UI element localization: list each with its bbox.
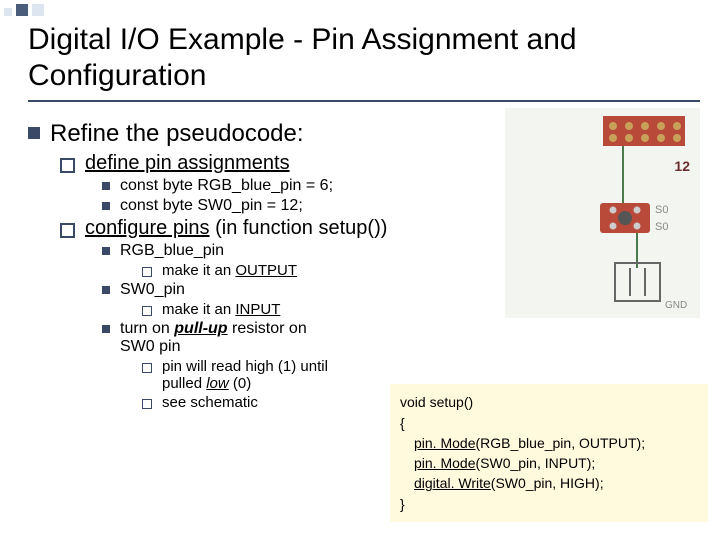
decor-square xyxy=(32,4,44,16)
pin-name: SW0_pin xyxy=(120,281,185,299)
code-line: const byte SW0_pin = 12; xyxy=(102,197,420,215)
slide-content: Refine the pseudocode: define pin assign… xyxy=(28,120,420,413)
plain-text: (0) xyxy=(229,375,252,392)
svg-text:S0: S0 xyxy=(655,221,668,233)
bullet-marker xyxy=(102,182,110,190)
heading-bullet: Refine the pseudocode: xyxy=(28,120,420,148)
section-configure-pins: configure pins (in function setup()) xyxy=(60,217,420,240)
pullup-sub: see schematic xyxy=(142,394,420,411)
section-define-pins: define pin assignments xyxy=(60,152,420,175)
bullet-marker xyxy=(142,363,152,373)
config-text: make it an INPUT xyxy=(162,301,280,318)
plain-text: (SW0_pin, HIGH); xyxy=(491,475,604,491)
bullet-marker xyxy=(28,127,40,139)
pullup-item: turn on pull-up resistor on SW0 pin xyxy=(102,320,420,356)
plain-text: turn on xyxy=(120,320,174,337)
slide-title: Digital I/O Example - Pin Assignment and… xyxy=(28,22,700,102)
code-line: { xyxy=(400,413,698,433)
underline-text: low xyxy=(206,375,229,392)
section-label: define pin assignments xyxy=(85,152,290,175)
code-line: pin. Mode(RGB_blue_pin, OUTPUT); xyxy=(400,433,698,453)
pullup-text: turn on pull-up resistor on SW0 pin xyxy=(120,320,340,356)
section-label: configure pins (in function setup()) xyxy=(85,217,387,240)
underline-text: digital. Write xyxy=(414,475,491,491)
pin-label-12: 12 xyxy=(674,158,690,174)
code-text: const byte RGB_blue_pin = 6; xyxy=(120,177,333,195)
sub-text: see schematic xyxy=(162,394,258,411)
svg-text:GND: GND xyxy=(665,300,687,311)
corner-decoration xyxy=(4,4,44,16)
decor-square xyxy=(4,8,12,16)
underline-text: INPUT xyxy=(235,301,280,318)
heading-text: Refine the pseudocode: xyxy=(50,120,304,148)
pullup-sub: pin will read high (1) until pulled low … xyxy=(142,358,420,392)
bullet-marker xyxy=(142,267,152,277)
bullet-marker xyxy=(142,306,152,316)
sub-text: pin will read high (1) until pulled low … xyxy=(162,358,342,392)
svg-text:S0: S0 xyxy=(655,204,668,216)
underline-text: pin. Mode xyxy=(414,435,475,451)
pin-name: RGB_blue_pin xyxy=(120,242,224,260)
bullet-marker xyxy=(102,202,110,210)
bullet-marker xyxy=(102,247,110,255)
underline-text: OUTPUT xyxy=(235,262,297,279)
bullet-marker xyxy=(142,399,152,409)
code-line: pin. Mode(SW0_pin, INPUT); xyxy=(400,453,698,473)
bullet-marker xyxy=(102,286,110,294)
plain-text: (SW0_pin, INPUT); xyxy=(475,455,595,471)
underline-text: configure pins xyxy=(85,217,210,239)
code-line: digital. Write(SW0_pin, HIGH); xyxy=(400,473,698,493)
pin-item: SW0_pin xyxy=(102,281,420,299)
decor-square xyxy=(16,4,28,16)
plain-text: make it an xyxy=(162,262,235,279)
code-line: } xyxy=(400,494,698,514)
code-line: const byte RGB_blue_pin = 6; xyxy=(102,177,420,195)
code-line: void setup() xyxy=(400,392,698,412)
plain-text: (RGB_blue_pin, OUTPUT); xyxy=(475,435,645,451)
bullet-marker xyxy=(60,223,75,238)
bullet-marker xyxy=(102,325,110,333)
schematic-image: S0 S0 GND xyxy=(505,108,700,318)
plain-text: (in function setup()) xyxy=(210,217,388,239)
config-text: make it an OUTPUT xyxy=(162,262,297,279)
code-box: void setup() { pin. Mode(RGB_blue_pin, O… xyxy=(390,384,708,522)
bold-text: pull-up xyxy=(174,320,227,337)
pin-config: make it an INPUT xyxy=(142,301,420,318)
underline-text: pin. Mode xyxy=(414,455,475,471)
bullet-marker xyxy=(60,158,75,173)
code-text: const byte SW0_pin = 12; xyxy=(120,197,303,215)
pin-item: RGB_blue_pin xyxy=(102,242,420,260)
plain-text: make it an xyxy=(162,301,235,318)
pin-config: make it an OUTPUT xyxy=(142,262,420,279)
